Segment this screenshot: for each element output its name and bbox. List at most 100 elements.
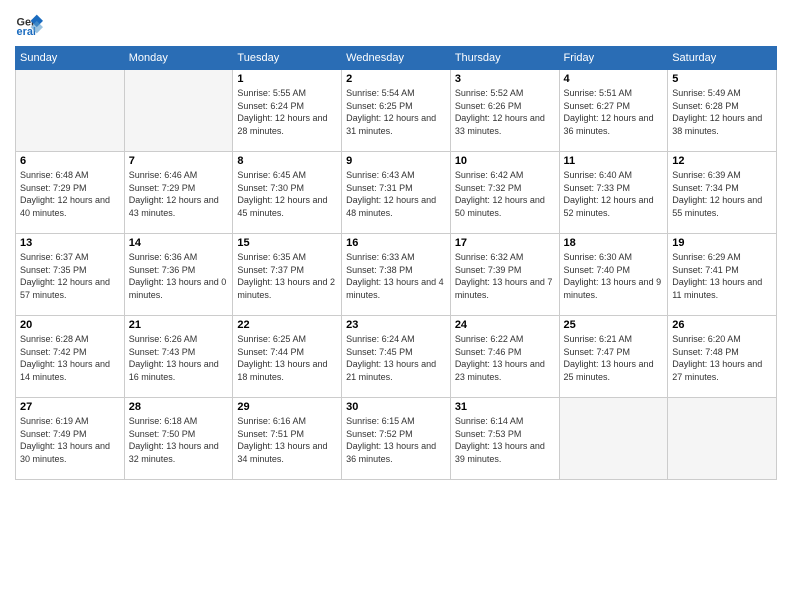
day-info: Sunrise: 6:29 AMSunset: 7:41 PMDaylight:… <box>672 251 772 301</box>
calendar-week-4: 20 Sunrise: 6:28 AMSunset: 7:42 PMDayligh… <box>16 316 777 398</box>
day-number: 22 <box>237 319 337 331</box>
calendar-cell: 10 Sunrise: 6:42 AMSunset: 7:32 PMDayligh… <box>450 152 559 234</box>
calendar-cell: 30Sunrise: 6:15 AMSunset: 7:52 PMDayligh… <box>342 398 451 480</box>
day-number: 15 <box>237 237 337 249</box>
calendar-cell: 7 Sunrise: 6:46 AMSunset: 7:29 PMDaylight… <box>124 152 233 234</box>
calendar-cell: 31 Sunrise: 6:14 AMSunset: 7:53 PMDayligh… <box>450 398 559 480</box>
day-number: 2 <box>346 73 446 85</box>
day-info: Sunrise: 6:36 AMSunset: 7:36 PMDaylight:… <box>129 251 229 301</box>
calendar-cell: 2 Sunrise: 5:54 AMSunset: 6:25 PMDaylight… <box>342 70 451 152</box>
day-info: Sunrise: 5:54 AMSunset: 6:25 PMDaylight:… <box>346 87 446 137</box>
calendar-cell: 26Sunrise: 6:20 AMSunset: 7:48 PMDayligh… <box>668 316 777 398</box>
calendar-cell: 24 Sunrise: 6:22 AMSunset: 7:46 PMDayligh… <box>450 316 559 398</box>
day-info: Sunrise: 6:42 AMSunset: 7:32 PMDaylight:… <box>455 169 555 219</box>
day-info: Sunrise: 6:39 AMSunset: 7:34 PMDaylight:… <box>672 169 772 219</box>
calendar-cell: 9 Sunrise: 6:43 AMSunset: 7:31 PMDaylight… <box>342 152 451 234</box>
day-number: 8 <box>237 155 337 167</box>
day-info: Sunrise: 5:55 AMSunset: 6:24 PMDaylight:… <box>237 87 337 137</box>
calendar-cell: 5 Sunrise: 5:49 AMSunset: 6:28 PMDaylight… <box>668 70 777 152</box>
calendar-cell: 18 Sunrise: 6:30 AMSunset: 7:40 PMDayligh… <box>559 234 668 316</box>
calendar-week-5: 27Sunrise: 6:19 AMSunset: 7:49 PMDayligh… <box>16 398 777 480</box>
calendar-cell: 13 Sunrise: 6:37 AMSunset: 7:35 PMDayligh… <box>16 234 125 316</box>
calendar-cell <box>16 70 125 152</box>
calendar-header-saturday: Saturday <box>668 47 777 70</box>
calendar-header-monday: Monday <box>124 47 233 70</box>
calendar-cell: 14 Sunrise: 6:36 AMSunset: 7:36 PMDayligh… <box>124 234 233 316</box>
day-number: 21 <box>129 319 229 331</box>
header: Gen eral <box>15 10 777 38</box>
calendar-cell: 1 Sunrise: 5:55 AMSunset: 6:24 PMDaylight… <box>233 70 342 152</box>
calendar-cell: 11 Sunrise: 6:40 AMSunset: 7:33 PMDayligh… <box>559 152 668 234</box>
day-number: 11 <box>564 155 664 167</box>
day-number: 12 <box>672 155 772 167</box>
day-number: 18 <box>564 237 664 249</box>
day-number: 7 <box>129 155 229 167</box>
calendar-cell: 12 Sunrise: 6:39 AMSunset: 7:34 PMDayligh… <box>668 152 777 234</box>
calendar-cell: 16 Sunrise: 6:33 AMSunset: 7:38 PMDayligh… <box>342 234 451 316</box>
calendar-week-2: 6 Sunrise: 6:48 AMSunset: 7:29 PMDaylight… <box>16 152 777 234</box>
day-number: 25 <box>564 319 664 331</box>
calendar-header-wednesday: Wednesday <box>342 47 451 70</box>
day-info: Sunrise: 5:52 AMSunset: 6:26 PMDaylight:… <box>455 87 555 137</box>
day-info: Sunrise: 6:28 AMSunset: 7:42 PMDaylight:… <box>20 333 120 383</box>
day-number: 5 <box>672 73 772 85</box>
calendar-header-tuesday: Tuesday <box>233 47 342 70</box>
day-number: 28 <box>129 401 229 413</box>
day-info: Sunrise: 6:35 AMSunset: 7:37 PMDaylight:… <box>237 251 337 301</box>
day-info: Sunrise: 6:32 AMSunset: 7:39 PMDaylight:… <box>455 251 555 301</box>
calendar-header-row: SundayMondayTuesdayWednesdayThursdayFrid… <box>16 47 777 70</box>
day-info: Sunrise: 6:20 AMSunset: 7:48 PMDaylight:… <box>672 333 772 383</box>
day-info: Sunrise: 6:40 AMSunset: 7:33 PMDaylight:… <box>564 169 664 219</box>
day-number: 20 <box>20 319 120 331</box>
calendar-cell: 6 Sunrise: 6:48 AMSunset: 7:29 PMDaylight… <box>16 152 125 234</box>
day-number: 1 <box>237 73 337 85</box>
day-info: Sunrise: 6:48 AMSunset: 7:29 PMDaylight:… <box>20 169 120 219</box>
calendar-cell: 20 Sunrise: 6:28 AMSunset: 7:42 PMDayligh… <box>16 316 125 398</box>
day-info: Sunrise: 6:14 AMSunset: 7:53 PMDaylight:… <box>455 415 555 465</box>
calendar: SundayMondayTuesdayWednesdayThursdayFrid… <box>15 46 777 480</box>
day-info: Sunrise: 6:30 AMSunset: 7:40 PMDaylight:… <box>564 251 664 301</box>
day-info: Sunrise: 5:49 AMSunset: 6:28 PMDaylight:… <box>672 87 772 137</box>
calendar-cell: 3Sunrise: 5:52 AMSunset: 6:26 PMDaylight… <box>450 70 559 152</box>
day-number: 6 <box>20 155 120 167</box>
day-info: Sunrise: 6:16 AMSunset: 7:51 PMDaylight:… <box>237 415 337 465</box>
day-info: Sunrise: 6:46 AMSunset: 7:29 PMDaylight:… <box>129 169 229 219</box>
calendar-header-friday: Friday <box>559 47 668 70</box>
day-info: Sunrise: 5:51 AMSunset: 6:27 PMDaylight:… <box>564 87 664 137</box>
calendar-cell: 17 Sunrise: 6:32 AMSunset: 7:39 PMDayligh… <box>450 234 559 316</box>
day-number: 24 <box>455 319 555 331</box>
day-info: Sunrise: 6:22 AMSunset: 7:46 PMDaylight:… <box>455 333 555 383</box>
calendar-cell: 25Sunrise: 6:21 AMSunset: 7:47 PMDayligh… <box>559 316 668 398</box>
logo-icon: Gen eral <box>15 10 43 38</box>
calendar-header-thursday: Thursday <box>450 47 559 70</box>
calendar-cell <box>559 398 668 480</box>
calendar-cell: 27Sunrise: 6:19 AMSunset: 7:49 PMDayligh… <box>16 398 125 480</box>
day-info: Sunrise: 6:19 AMSunset: 7:49 PMDaylight:… <box>20 415 120 465</box>
calendar-cell: 28Sunrise: 6:18 AMSunset: 7:50 PMDayligh… <box>124 398 233 480</box>
day-number: 31 <box>455 401 555 413</box>
calendar-cell: 8 Sunrise: 6:45 AMSunset: 7:30 PMDaylight… <box>233 152 342 234</box>
day-number: 23 <box>346 319 446 331</box>
day-number: 19 <box>672 237 772 249</box>
day-number: 16 <box>346 237 446 249</box>
calendar-cell: 29 Sunrise: 6:16 AMSunset: 7:51 PMDayligh… <box>233 398 342 480</box>
day-number: 4 <box>564 73 664 85</box>
day-info: Sunrise: 6:45 AMSunset: 7:30 PMDaylight:… <box>237 169 337 219</box>
day-info: Sunrise: 6:24 AMSunset: 7:45 PMDaylight:… <box>346 333 446 383</box>
page: Gen eral SundayMondayTuesdayWednesdayThu… <box>0 0 792 612</box>
logo: Gen eral <box>15 10 47 38</box>
calendar-cell: 22 Sunrise: 6:25 AMSunset: 7:44 PMDayligh… <box>233 316 342 398</box>
day-info: Sunrise: 6:33 AMSunset: 7:38 PMDaylight:… <box>346 251 446 301</box>
day-info: Sunrise: 6:15 AMSunset: 7:52 PMDaylight:… <box>346 415 446 465</box>
day-info: Sunrise: 6:37 AMSunset: 7:35 PMDaylight:… <box>20 251 120 301</box>
day-number: 13 <box>20 237 120 249</box>
day-info: Sunrise: 6:25 AMSunset: 7:44 PMDaylight:… <box>237 333 337 383</box>
day-number: 14 <box>129 237 229 249</box>
calendar-cell: 23 Sunrise: 6:24 AMSunset: 7:45 PMDayligh… <box>342 316 451 398</box>
day-number: 29 <box>237 401 337 413</box>
day-number: 17 <box>455 237 555 249</box>
calendar-cell: 4 Sunrise: 5:51 AMSunset: 6:27 PMDaylight… <box>559 70 668 152</box>
day-number: 10 <box>455 155 555 167</box>
day-info: Sunrise: 6:43 AMSunset: 7:31 PMDaylight:… <box>346 169 446 219</box>
day-number: 9 <box>346 155 446 167</box>
